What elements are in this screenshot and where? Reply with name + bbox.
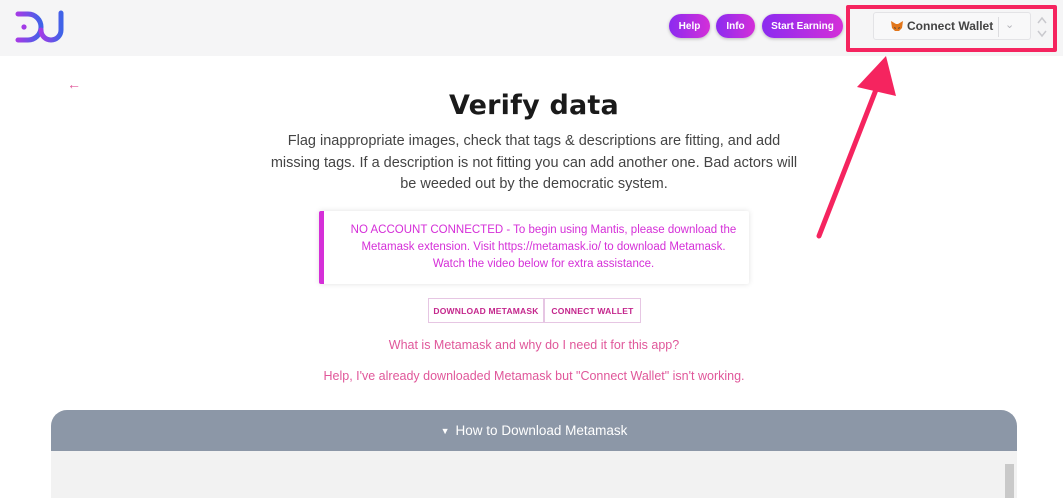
alert-message: NO ACCOUNT CONNECTED - To begin using Ma… — [350, 224, 737, 270]
what-is-metamask-link[interactable]: What is Metamask and why do I need it fo… — [0, 338, 1063, 352]
wallet-action-buttons: DOWNLOAD METAMASK CONNECT WALLET — [428, 298, 641, 323]
caret-down-icon: ▼ — [440, 425, 450, 436]
panel-scrollbar[interactable] — [1005, 464, 1014, 498]
start-earning-button[interactable]: Start Earning — [762, 14, 843, 38]
help-button[interactable]: Help — [669, 14, 710, 38]
page-subtitle: Flag inappropriate images, check that ta… — [270, 133, 798, 192]
connect-wallet-button[interactable]: CONNECT WALLET — [544, 298, 641, 323]
page-title: Verify data — [449, 90, 619, 121]
download-metamask-button[interactable]: DOWNLOAD METAMASK — [428, 298, 544, 323]
panel-header-toggle[interactable]: ▼ How to Download Metamask — [51, 410, 1017, 451]
panel-header-label: How to Download Metamask — [455, 423, 628, 438]
dj-logo[interactable] — [14, 10, 70, 44]
annotation-highlight-box — [846, 5, 1057, 52]
no-account-alert: NO ACCOUNT CONNECTED - To begin using Ma… — [319, 211, 749, 284]
connect-wallet-help-link[interactable]: Help, I've already downloaded Metamask b… — [0, 369, 1063, 383]
metamask-video-panel: ▼ How to Download Metamask — [51, 410, 1017, 498]
info-button[interactable]: Info — [716, 14, 755, 38]
